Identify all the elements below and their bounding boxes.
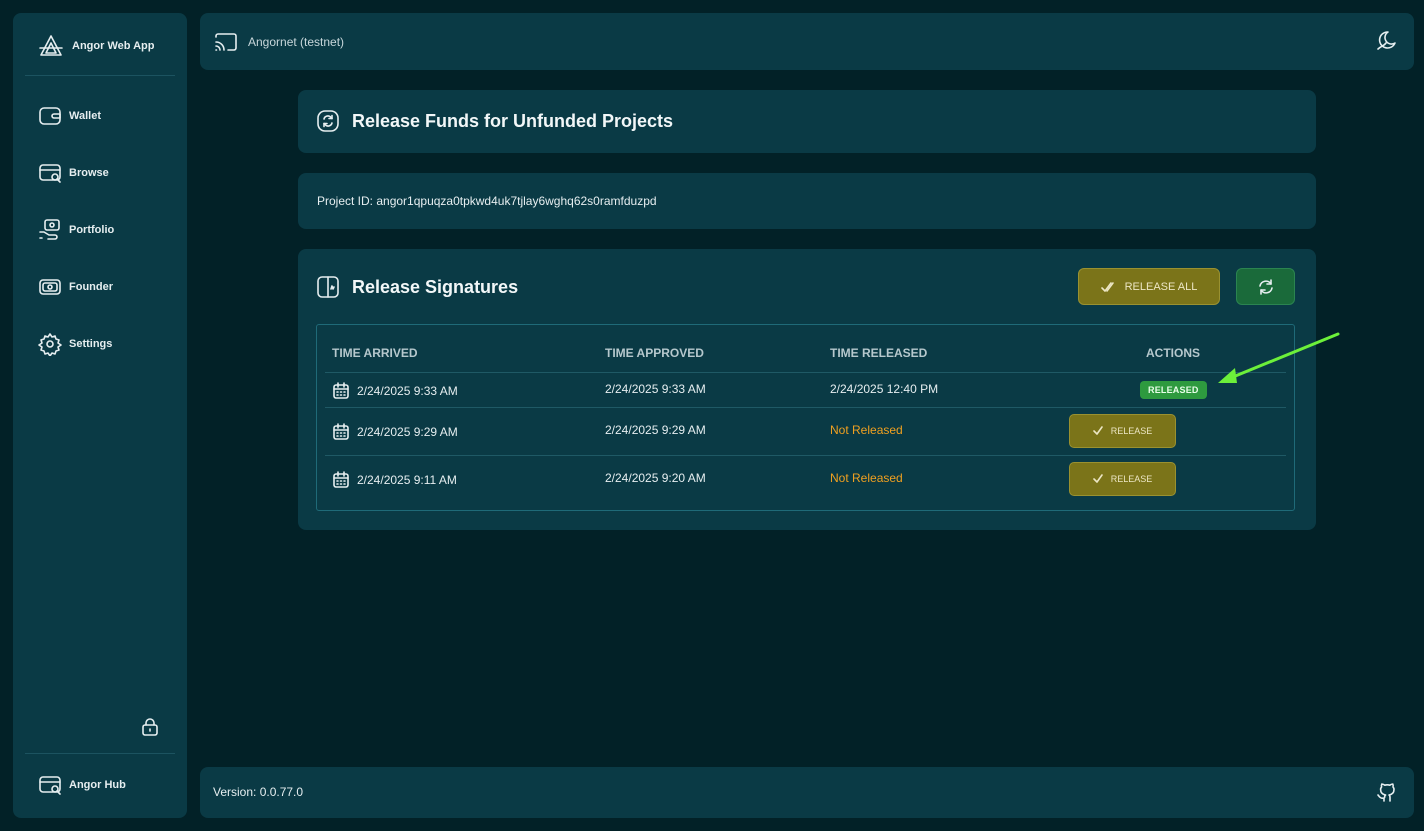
time-arrived-cell: 2/24/2025 9:11 AM xyxy=(332,471,457,489)
sidebar-divider xyxy=(25,753,175,754)
release-label: RELEASE xyxy=(1110,474,1153,484)
project-id-card: Project ID: angor1qpuqza0tpkwd4uk7tjlay6… xyxy=(298,173,1316,229)
release-button[interactable]: RELEASE xyxy=(1069,462,1176,496)
sidebar-item-wallet[interactable]: Wallet xyxy=(38,104,101,128)
gear-icon xyxy=(38,332,62,356)
column-header: TIME ARRIVED xyxy=(332,346,418,360)
network-label: Angornet (testnet) xyxy=(248,35,345,49)
sidebar-item-label: Settings xyxy=(69,338,113,350)
cast-icon xyxy=(214,31,238,53)
footer: Version: 0.0.77.0 xyxy=(200,767,1414,818)
sidebar-item-settings[interactable]: Settings xyxy=(38,332,112,356)
release-all-button[interactable]: RELEASE ALL xyxy=(1078,268,1220,305)
sidebar-item-angor-hub[interactable]: Angor Hub xyxy=(38,773,126,797)
column-header: TIME RELEASED xyxy=(830,346,928,360)
sidebar: Angor Web App Wallet Browse Portfolio Fo… xyxy=(13,13,187,818)
double-check-icon xyxy=(1100,281,1117,293)
time-released: Not Released xyxy=(830,423,903,437)
hub-icon xyxy=(38,774,62,796)
table-row: 2/24/2025 9:33 AM 2/24/2025 9:33 AM 2/24… xyxy=(325,372,1286,407)
calendar-icon xyxy=(332,423,350,441)
time-approved: 2/24/2025 9:29 AM xyxy=(605,423,706,437)
top-bar: Angornet (testnet) xyxy=(200,13,1414,70)
time-released: 2/24/2025 12:40 PM xyxy=(830,382,939,396)
time-arrived-cell: 2/24/2025 9:29 AM xyxy=(332,423,458,441)
check-icon xyxy=(1092,426,1103,436)
browse-icon xyxy=(38,162,62,184)
time-arrived: 2/24/2025 9:11 AM xyxy=(357,473,457,487)
column-header: ACTIONS xyxy=(1146,346,1200,360)
section-title: Release Signatures xyxy=(352,277,519,297)
sidebar-item-portfolio[interactable]: Portfolio xyxy=(38,218,114,242)
time-released: Not Released xyxy=(830,471,903,485)
calendar-icon xyxy=(332,471,350,489)
check-icon xyxy=(1092,474,1103,484)
sidebar-item-label: Browse xyxy=(69,167,109,179)
sidebar-item-browse[interactable]: Browse xyxy=(38,161,109,185)
sidebar-item-founder[interactable]: Founder xyxy=(38,275,113,299)
theme-toggle-icon[interactable] xyxy=(1374,29,1398,53)
table-row: 2/24/2025 9:29 AM 2/24/2025 9:29 AM Not … xyxy=(325,407,1286,455)
app-name: Angor Web App xyxy=(72,40,155,52)
release-signatures-card: Release Signatures RELEASE ALL TIME ARRI… xyxy=(298,249,1316,530)
founder-icon xyxy=(38,276,62,298)
release-all-label: RELEASE ALL xyxy=(1124,280,1198,293)
annotation-arrow xyxy=(1218,332,1340,383)
signatures-table: TIME ARRIVED TIME APPROVED TIME RELEASED… xyxy=(316,324,1295,511)
time-approved: 2/24/2025 9:33 AM xyxy=(605,382,706,396)
refresh-icon xyxy=(1257,278,1275,296)
page-title-card: Release Funds for Unfunded Projects xyxy=(298,90,1316,153)
angor-logo-icon xyxy=(38,34,64,58)
version-label: Version: 0.0.77.0 xyxy=(213,785,304,799)
portfolio-icon xyxy=(38,218,62,242)
column-header: TIME APPROVED xyxy=(605,346,704,360)
release-label: RELEASE xyxy=(1110,426,1153,436)
wallet-icon xyxy=(38,105,62,127)
time-arrived: 2/24/2025 9:33 AM xyxy=(357,384,458,398)
page-title: Release Funds for Unfunded Projects xyxy=(352,111,674,131)
refresh-button[interactable] xyxy=(1236,268,1295,305)
sidebar-divider xyxy=(25,75,175,76)
sidebar-item-label: Portfolio xyxy=(69,224,115,236)
lock-icon[interactable] xyxy=(140,717,160,737)
time-arrived: 2/24/2025 9:29 AM xyxy=(357,425,458,439)
time-arrived-cell: 2/24/2025 9:33 AM xyxy=(332,382,458,400)
sidebar-item-label: Wallet xyxy=(69,110,101,122)
sidebar-item-label: Angor Hub xyxy=(69,779,126,791)
sidebar-item-label: Founder xyxy=(69,281,113,293)
released-badge: RELEASED xyxy=(1140,381,1207,399)
release-button[interactable]: RELEASE xyxy=(1069,414,1176,448)
network-indicator[interactable]: Angornet (testnet) xyxy=(214,31,344,53)
refresh-circle-icon xyxy=(316,109,340,133)
brand[interactable]: Angor Web App xyxy=(38,34,155,58)
project-id: Project ID: angor1qpuqza0tpkwd4uk7tjlay6… xyxy=(317,194,657,208)
github-icon[interactable] xyxy=(1376,781,1398,803)
time-approved: 2/24/2025 9:20 AM xyxy=(605,471,706,485)
table-row: 2/24/2025 9:11 AM 2/24/2025 9:20 AM Not … xyxy=(325,455,1286,503)
calendar-icon xyxy=(332,382,350,400)
signature-icon xyxy=(316,275,340,299)
